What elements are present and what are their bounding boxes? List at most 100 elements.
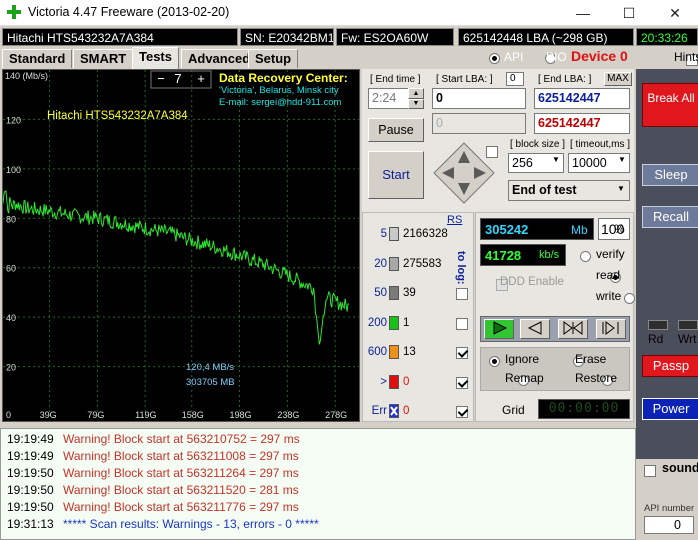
close-button[interactable]: ✕ <box>652 0 698 26</box>
x-tick-label: 158G <box>182 410 204 420</box>
timer-display: 00:00:00 <box>538 399 630 419</box>
to-log-checkbox[interactable] <box>456 376 468 389</box>
rewind-button[interactable] <box>520 319 550 339</box>
end-time-up-button[interactable]: ▲ <box>408 88 424 99</box>
pause-button[interactable]: Pause <box>368 118 424 142</box>
to-log-checkbox[interactable] <box>456 347 468 359</box>
test-controls-panel: [ End time ] 2:24 ▲ ▼ [ Start LBA: ] 0 0… <box>362 69 634 212</box>
api-number-field[interactable]: 0 <box>644 516 694 534</box>
passp-button[interactable]: Passp <box>642 355 698 377</box>
to-log-checkbox[interactable] <box>456 317 468 330</box>
log-row: 19:19:50 Warning! Block start at 56321177… <box>1 499 635 516</box>
wrt-label: Wrt <box>678 332 697 346</box>
graph-speed: 120,4 MB/s <box>186 362 235 373</box>
device-label[interactable]: Device 0 <box>571 48 628 64</box>
hints-label: Hints <box>674 50 698 64</box>
end-lba-field[interactable]: 625142447 <box>534 88 630 109</box>
tab-setup[interactable]: Setup <box>248 49 299 68</box>
y-axis-label: 140 (Mb/s) <box>5 71 49 81</box>
tab-smart[interactable]: SMART <box>73 49 134 68</box>
recall-button[interactable]: Recall <box>642 206 698 228</box>
log-message: Warning! Block start at 563211008 = 297 … <box>63 449 299 463</box>
write-radio[interactable] <box>624 293 636 305</box>
x-tick-label: 198G <box>230 410 252 420</box>
kbs-display: 41728 kb/s <box>480 244 566 266</box>
legend-swatch <box>389 286 399 300</box>
api-label: API <box>504 50 524 64</box>
skip-end-button[interactable] <box>596 319 626 339</box>
skip-back-button[interactable] <box>558 319 588 339</box>
y-tick-label: 100 <box>6 165 21 175</box>
legend-threshold: Err <box>371 405 387 417</box>
tab-bar: Standard SMART Tests Advanced Setup API … <box>0 47 698 69</box>
scale-minus-button[interactable]: − <box>153 71 169 87</box>
stats-panel: 305242 Mb 100 % 41728 kb/s verify DDD En… <box>475 212 636 422</box>
error-cross-icon <box>390 406 398 416</box>
legend-count: 275583 <box>403 257 442 270</box>
kbs-value: 41728 <box>485 248 522 263</box>
legend-count: 2166328 <box>403 228 448 240</box>
end-lba-red-field[interactable]: 625142447 <box>534 113 630 134</box>
clock: 20:33:26 <box>636 28 698 46</box>
write-indicator <box>678 320 698 330</box>
percent-unit: % <box>614 222 625 236</box>
legend-row: 600 13 <box>363 345 475 363</box>
legend-row: 50 39 <box>363 286 475 304</box>
minimize-button[interactable]: — <box>560 0 606 26</box>
log-panel[interactable]: 19:19:49 Warning! Block start at 56321075… <box>0 428 636 540</box>
kbs-unit: kb/s <box>539 249 560 261</box>
maximize-button[interactable]: ☐ <box>606 0 652 26</box>
to-log-checkbox[interactable] <box>456 288 468 300</box>
x-tick-label: 119G <box>135 410 156 420</box>
log-time: 19:19:49 <box>7 432 54 446</box>
log-message: Warning! Block start at 563210752 = 297 … <box>63 432 300 446</box>
start-lba-field[interactable]: 0 <box>432 88 526 109</box>
log-row: 19:19:50 Warning! Block start at 56321126… <box>1 465 635 482</box>
rs-button[interactable]: RS <box>447 214 462 226</box>
graph-drive-label: Hitachi HTS543232A7A384 <box>47 110 188 122</box>
legend-threshold: 20 <box>374 257 387 270</box>
max-button[interactable]: MAX <box>604 72 632 86</box>
power-button[interactable]: Power <box>642 398 698 420</box>
pio-label: PIO <box>546 50 567 64</box>
scale-value: 7 <box>174 71 182 86</box>
restore-label: Restore <box>575 371 618 385</box>
legend-row: 5 2166328 <box>363 227 475 245</box>
block-size-label: [ block size ] <box>510 139 566 150</box>
break-all-button[interactable]: Break All <box>642 83 698 127</box>
dpad-checkbox[interactable] <box>486 145 498 158</box>
ignore-label: Ignore <box>505 352 540 366</box>
to-log-checkbox[interactable] <box>456 406 468 418</box>
mb-unit: Mb <box>571 223 588 237</box>
sound-checkbox[interactable] <box>644 464 656 477</box>
tab-advanced[interactable]: Advanced <box>181 49 258 68</box>
app-cross-icon <box>7 5 21 19</box>
api-number-label: API number <box>644 503 695 514</box>
ddd-label: DDD Enable <box>500 276 564 288</box>
x-tick-label: 278G <box>325 410 347 420</box>
drc-title: Data Recovery Center: <box>219 71 348 85</box>
end-time-label: [ End time ] <box>370 74 421 85</box>
end-lba-label: [ End LBA: ] <box>538 74 592 85</box>
tab-tests[interactable]: Tests <box>132 47 179 69</box>
sound-label: sound <box>662 461 698 475</box>
mb-display: 305242 Mb <box>480 218 594 240</box>
log-row: 19:31:13 ***** Scan results: Warnings - 1… <box>1 516 635 533</box>
start-button[interactable]: Start <box>368 151 424 199</box>
api-radio[interactable] <box>489 53 500 65</box>
ignore-radio[interactable] <box>489 356 500 368</box>
end-time-down-button[interactable]: ▼ <box>408 99 424 109</box>
end-mode-select[interactable]: End of test <box>508 180 630 201</box>
legend-swatch <box>389 345 399 359</box>
verify-radio[interactable] <box>580 251 591 263</box>
tab-standard[interactable]: Standard <box>2 49 73 68</box>
sleep-button[interactable]: Sleep <box>642 164 698 186</box>
play-button[interactable] <box>484 319 514 339</box>
read-indicator <box>648 320 668 330</box>
start-lba-box[interactable]: 0 <box>506 72 524 86</box>
log-message: Warning! Block start at 563211520 = 281 … <box>63 483 299 497</box>
chevron-down-icon: ▼ <box>552 155 560 164</box>
log-time: 19:31:13 <box>7 517 54 531</box>
y-tick-label: 120 <box>6 115 21 125</box>
scale-plus-button[interactable]: + <box>193 71 209 87</box>
